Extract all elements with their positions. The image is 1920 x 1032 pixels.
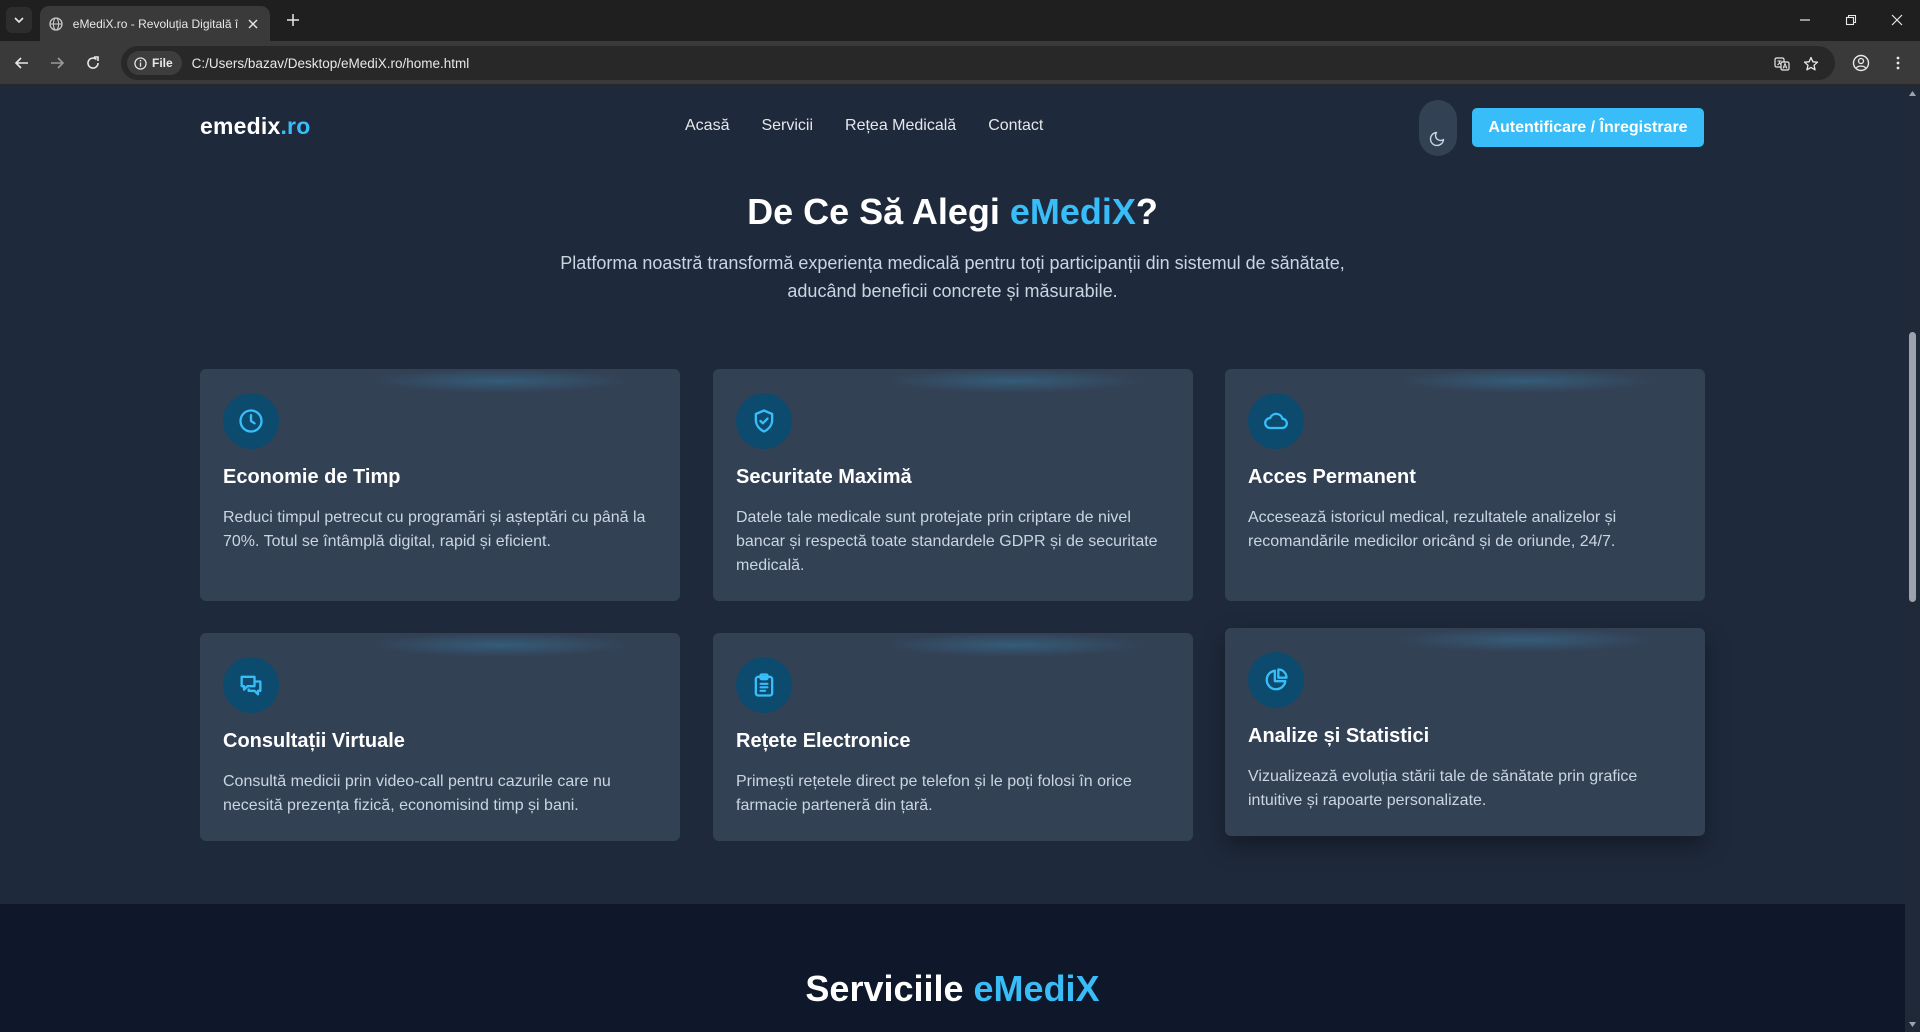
card-glow xyxy=(883,369,1143,393)
restore-button[interactable] xyxy=(1828,4,1874,36)
feature-card-analytics: Analize și Statistici Vizualizează evolu… xyxy=(1225,628,1705,836)
card-title: Consultații Virtuale xyxy=(223,730,405,752)
logo-suffix: .ro xyxy=(280,113,311,139)
card-text: Primești rețetele direct pe telefon și l… xyxy=(736,773,1132,814)
reload-icon xyxy=(87,56,99,69)
chevron-down-icon xyxy=(14,17,24,24)
feature-card-access: Acces Permanent Accesează istoricul medi… xyxy=(1225,369,1705,601)
card-title: Securitate Maximă xyxy=(736,466,912,488)
why-title-accent: eMediX xyxy=(1009,191,1136,232)
feature-card-prescriptions: Rețete Electronice Primești rețetele dir… xyxy=(713,633,1193,841)
logo-main: emedix xyxy=(200,113,281,139)
more-vertical-icon xyxy=(1896,56,1900,70)
reload-button[interactable] xyxy=(79,49,107,77)
main-nav: Acasă Servicii Rețea Medicală Contact xyxy=(685,117,1043,135)
shield-check-icon xyxy=(736,393,792,449)
profile-icon xyxy=(1852,54,1870,72)
tab-search-button[interactable] xyxy=(6,7,32,33)
nav-link-retea-medicala[interactable]: Rețea Medicală xyxy=(845,117,956,135)
scroll-up-icon[interactable] xyxy=(1908,89,1917,98)
cloud-icon xyxy=(1248,393,1304,449)
plus-icon xyxy=(287,14,299,26)
login-register-button[interactable]: Autentificare / Înregistrare xyxy=(1472,108,1704,147)
clipboard-list-icon xyxy=(736,657,792,713)
site-info-chip[interactable]: File xyxy=(127,51,182,75)
card-title: Acces Permanent xyxy=(1248,466,1416,488)
arrow-right-icon xyxy=(51,57,65,69)
services-section-title: Serviciile eMediX xyxy=(0,968,1905,1010)
theme-toggle-button[interactable] xyxy=(1419,100,1457,156)
card-text: Consultă medicii prin video-call pentru … xyxy=(223,773,611,814)
why-section-subtitle: Platforma noastră transformă experiența … xyxy=(560,253,1345,301)
browser-tab[interactable]: eMediX.ro - Revoluția Digitală î xyxy=(40,6,270,41)
minimize-button[interactable] xyxy=(1782,4,1828,36)
info-icon xyxy=(134,56,147,70)
nav-link-contact[interactable]: Contact xyxy=(988,117,1043,135)
card-glow xyxy=(1395,369,1655,393)
scrollbar-thumb[interactable] xyxy=(1909,332,1916,602)
card-glow xyxy=(370,369,630,393)
card-text: Vizualizează evoluția stării tale de săn… xyxy=(1248,768,1638,809)
close-icon xyxy=(1891,14,1903,26)
clock-icon xyxy=(223,393,279,449)
card-text: Datele tale medicale sunt protejate prin… xyxy=(736,509,1158,574)
chat-bubbles-icon xyxy=(223,657,279,713)
feature-card-virtual: Consultații Virtuale Consultă medicii pr… xyxy=(200,633,680,841)
back-button[interactable] xyxy=(8,49,36,77)
nav-link-acasa[interactable]: Acasă xyxy=(685,117,729,135)
nav-link-servicii[interactable]: Servicii xyxy=(761,117,813,135)
services-title-accent: eMediX xyxy=(973,968,1100,1009)
address-bar[interactable]: File C:/Users/bazav/Desktop/eMediX.ro/ho… xyxy=(121,46,1835,80)
scroll-down-icon[interactable] xyxy=(1908,1020,1917,1029)
browser-toolbar: File C:/Users/bazav/Desktop/eMediX.ro/ho… xyxy=(0,41,1920,85)
card-glow xyxy=(883,633,1143,657)
card-title: Economie de Timp xyxy=(223,466,401,488)
card-title: Rețete Electronice xyxy=(736,730,911,752)
card-text: Accesează istoricul medical, rezultatele… xyxy=(1248,509,1617,550)
forward-button[interactable] xyxy=(43,49,71,77)
bookmark-star-icon[interactable] xyxy=(1802,55,1820,73)
globe-icon xyxy=(48,16,64,32)
page-scrollbar[interactable] xyxy=(1905,86,1920,1032)
tab-close-icon[interactable] xyxy=(244,15,262,33)
why-title-suffix: ? xyxy=(1135,191,1158,232)
feature-card-security: Securitate Maximă Datele tale medicale s… xyxy=(713,369,1193,601)
page-viewport: emedix.ro Acasă Servicii Rețea Medicală … xyxy=(0,86,1905,1032)
card-glow xyxy=(370,633,630,657)
why-title-prefix: De Ce Să Alegi xyxy=(747,191,1010,232)
restore-icon xyxy=(1845,14,1857,26)
browser-menu-button[interactable] xyxy=(1884,49,1912,77)
site-logo[interactable]: emedix.ro xyxy=(200,113,310,140)
site-header: emedix.ro Acasă Servicii Rețea Medicală … xyxy=(0,86,1905,168)
profile-button[interactable] xyxy=(1847,49,1875,77)
browser-tab-bar: eMediX.ro - Revoluția Digitală î xyxy=(0,0,1920,41)
card-glow xyxy=(1395,628,1655,652)
why-section-title: De Ce Să Alegi eMediX? xyxy=(0,191,1905,233)
pie-chart-icon xyxy=(1248,652,1304,708)
moon-icon xyxy=(1429,131,1445,147)
feature-card-time: Economie de Timp Reduci timpul petrecut … xyxy=(200,369,680,601)
new-tab-button[interactable] xyxy=(282,9,304,31)
close-window-button[interactable] xyxy=(1874,4,1920,36)
arrow-left-icon xyxy=(14,57,28,69)
services-title-prefix: Serviciile xyxy=(805,968,974,1009)
card-text: Reduci timpul petrecut cu programări și … xyxy=(223,509,646,550)
url-text[interactable]: C:/Users/bazav/Desktop/eMediX.ro/home.ht… xyxy=(192,56,470,71)
card-title: Analize și Statistici xyxy=(1248,725,1430,747)
site-chip-label: File xyxy=(152,56,173,70)
translate-icon[interactable] xyxy=(1773,55,1791,73)
tab-title: eMediX.ro - Revoluția Digitală î xyxy=(72,16,239,31)
minimize-icon xyxy=(1800,19,1810,21)
